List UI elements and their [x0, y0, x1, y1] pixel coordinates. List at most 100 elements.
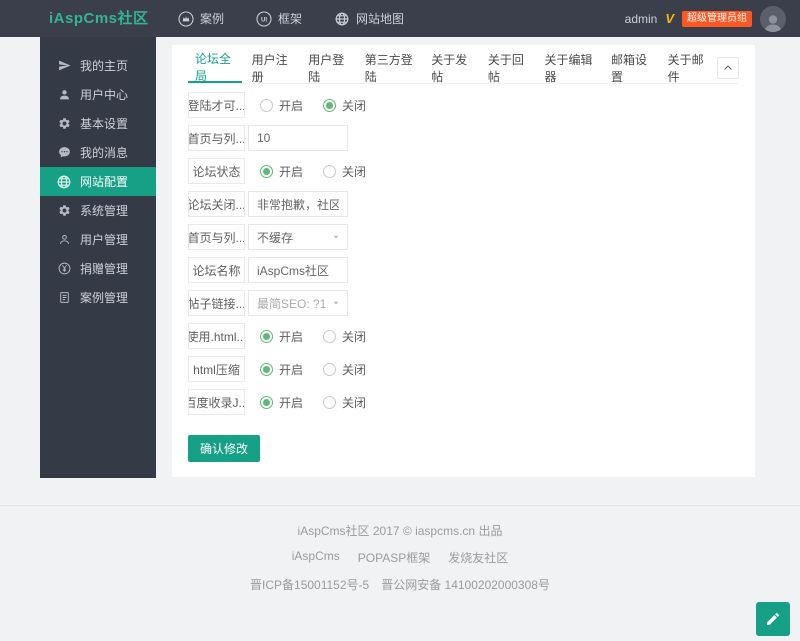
radio-unchecked-icon[interactable]	[323, 363, 336, 376]
footer-link-发烧友社区[interactable]: 发烧友社区	[448, 549, 508, 566]
nav-item-框架[interactable]: UI 框架	[256, 10, 302, 27]
radio-option-开启[interactable]: 开启	[260, 394, 303, 411]
caret-down-icon	[331, 298, 341, 308]
radio-group: 开启 关闭	[248, 97, 366, 114]
radio-group: 开启 关闭	[248, 361, 366, 378]
role-badge[interactable]: 超级管理员组	[682, 11, 752, 27]
radio-option-label: 开启	[279, 394, 303, 411]
document-icon	[57, 291, 71, 305]
radio-option-关闭[interactable]: 关闭	[323, 394, 366, 411]
sidebar-item-label: 网站配置	[80, 173, 128, 190]
avatar[interactable]	[760, 6, 786, 32]
text-input[interactable]	[248, 191, 348, 217]
form-row: 论坛状态开启关闭	[188, 158, 739, 184]
tab-关于发帖[interactable]: 关于发帖	[424, 53, 478, 83]
radio-option-开启[interactable]: 开启	[260, 163, 303, 180]
tab-第三方登陆[interactable]: 第三方登陆	[358, 53, 422, 83]
tab-邮箱设置[interactable]: 邮箱设置	[604, 53, 658, 83]
radio-unchecked-icon[interactable]	[323, 330, 336, 343]
radio-option-label: 开启	[279, 163, 303, 180]
radio-option-开启[interactable]: 开启	[260, 97, 303, 114]
sidebar-item-label: 捐赠管理	[80, 260, 128, 277]
chat-icon	[57, 146, 71, 160]
field-label: 论坛关闭...	[188, 191, 245, 217]
radio-option-关闭[interactable]: 关闭	[323, 163, 366, 180]
sidebar-item-用户管理[interactable]: 用户管理	[40, 225, 156, 254]
user-outline-icon	[57, 233, 71, 247]
radio-option-开启[interactable]: 开启	[260, 361, 303, 378]
sidebar-item-label: 系统管理	[80, 202, 128, 219]
page-footer: iAspCms社区 2017 © iaspcms.cn 出品 iAspCmsPO…	[0, 505, 800, 593]
radio-option-开启[interactable]: 开启	[260, 328, 303, 345]
select-dropdown[interactable]: 不缓存	[248, 224, 348, 250]
select-dropdown[interactable]: 最简SEO: ?1.html	[248, 290, 348, 316]
caret-down-icon	[331, 232, 341, 242]
radio-unchecked-icon[interactable]	[323, 165, 336, 178]
icp-line: 晋ICP备15001152号-5 晋公网安备 14100202000308号	[0, 576, 800, 593]
nav-item-label: 网站地图	[356, 10, 404, 27]
edit-fab-button[interactable]	[756, 602, 790, 636]
text-input[interactable]	[248, 257, 348, 283]
text-input[interactable]	[248, 125, 348, 151]
globe-icon	[334, 11, 350, 27]
confirm-save-button[interactable]: 确认修改	[188, 435, 260, 462]
nav-item-网站地图[interactable]: 网站地图	[334, 10, 404, 27]
tab-用户登陆[interactable]: 用户登陆	[301, 53, 355, 83]
sidebar-item-label: 我的消息	[80, 144, 128, 161]
user-avatar-icon	[763, 12, 783, 32]
top-header: iAspCms社区 案例UI框架网站地图 admin V 超级管理员组	[0, 0, 800, 37]
nav-item-label: 框架	[278, 10, 302, 27]
radio-option-关闭[interactable]: 关闭	[323, 361, 366, 378]
radio-checked-icon[interactable]	[260, 363, 273, 376]
sidebar-item-label: 用户中心	[80, 86, 128, 103]
field-label: 使用.html...	[188, 323, 245, 349]
footer-link-iAspCms[interactable]: iAspCms	[292, 549, 340, 566]
sidebar-item-我的消息[interactable]: 我的消息	[40, 138, 156, 167]
tab-关于邮件[interactable]: 关于邮件	[661, 53, 715, 83]
sidebar-item-网站配置[interactable]: 网站配置	[40, 167, 156, 196]
footer-link-POPASP框架[interactable]: POPASP框架	[358, 549, 430, 566]
sidebar-item-我的主页[interactable]: 我的主页	[40, 51, 156, 80]
crown-circle-icon	[178, 11, 194, 27]
field-label: 首页与列...	[188, 125, 245, 151]
username[interactable]: admin	[625, 12, 658, 26]
select-value: 不缓存	[257, 229, 293, 246]
radio-option-关闭[interactable]: 关闭	[323, 328, 366, 345]
sidebar-item-基本设置[interactable]: 基本设置	[40, 109, 156, 138]
form-row: 论坛关闭...	[188, 191, 739, 217]
tab-关于编辑器[interactable]: 关于编辑器	[537, 53, 601, 83]
sidebar-item-label: 用户管理	[80, 231, 128, 248]
pencil-icon	[765, 611, 781, 627]
radio-checked-icon[interactable]	[260, 330, 273, 343]
app-logo[interactable]: iAspCms社区	[49, 0, 149, 37]
radio-option-label: 开启	[279, 361, 303, 378]
field-label: 论坛名称	[188, 257, 245, 283]
ui-circle-icon: UI	[256, 11, 272, 27]
field-label: html压缩	[188, 356, 245, 382]
tab-关于回帖[interactable]: 关于回帖	[481, 53, 535, 83]
radio-group: 开启 关闭	[248, 394, 366, 411]
radio-group: 开启 关闭	[248, 163, 366, 180]
tab-用户注册[interactable]: 用户注册	[245, 53, 299, 83]
radio-checked-icon[interactable]	[260, 396, 273, 409]
sidebar-item-label: 我的主页	[80, 57, 128, 74]
form-row: 首页与列...不缓存	[188, 224, 739, 250]
radio-option-关闭[interactable]: 关闭	[323, 97, 366, 114]
field-label: 百度收录J...	[188, 389, 245, 415]
sidebar-item-捐赠管理[interactable]: 捐赠管理	[40, 254, 156, 283]
field-label: 登陆才可...	[188, 92, 245, 118]
main-panel: 论坛全局用户注册用户登陆第三方登陆关于发帖关于回帖关于编辑器邮箱设置关于邮件 登…	[172, 45, 755, 477]
tab-论坛全局[interactable]: 论坛全局	[188, 53, 242, 83]
radio-unchecked-icon[interactable]	[323, 396, 336, 409]
nav-item-案例[interactable]: 案例	[178, 10, 224, 27]
radio-checked-icon[interactable]	[260, 165, 273, 178]
tabs-collapse-button[interactable]	[717, 57, 739, 79]
sidebar-item-系统管理[interactable]: 系统管理	[40, 196, 156, 225]
sidebar-item-用户中心[interactable]: 用户中心	[40, 80, 156, 109]
radio-checked-icon[interactable]	[323, 99, 336, 112]
tab-bar: 论坛全局用户注册用户登陆第三方登陆关于发帖关于回帖关于编辑器邮箱设置关于邮件	[188, 53, 739, 84]
sidebar-item-案例管理[interactable]: 案例管理	[40, 283, 156, 312]
radio-unchecked-icon[interactable]	[260, 99, 273, 112]
footer-links: iAspCms POPASP框架 发烧友社区	[0, 549, 800, 566]
select-value: 最简SEO: ?1.html	[257, 295, 328, 312]
